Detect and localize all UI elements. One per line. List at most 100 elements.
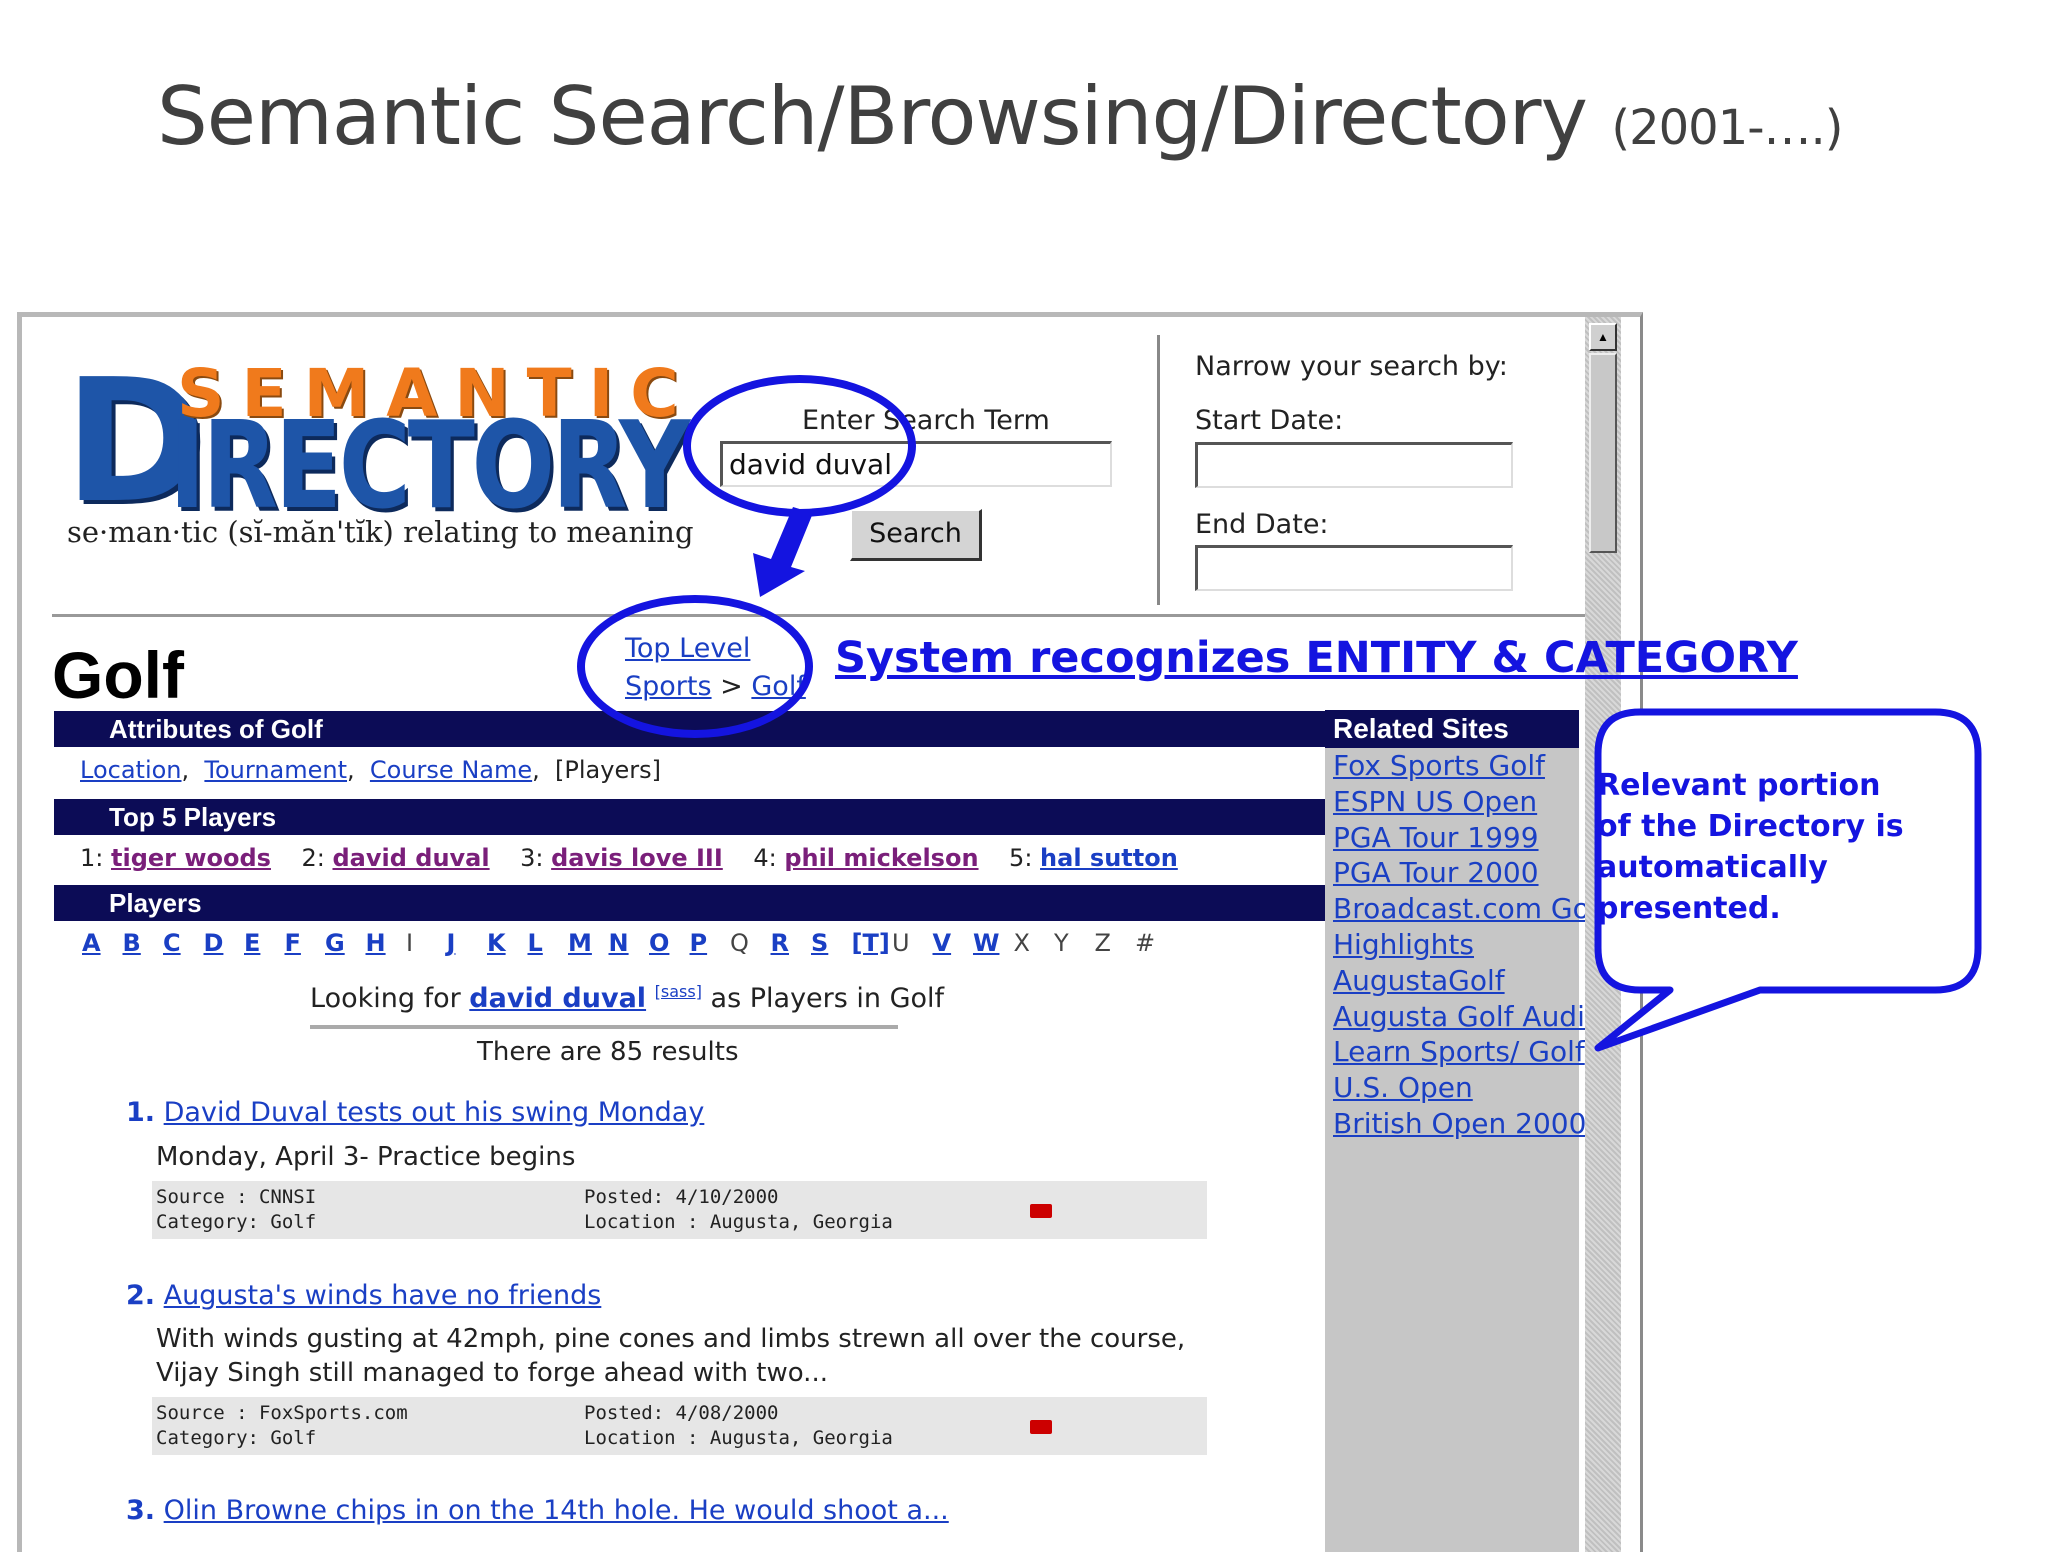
result-meta: Source : FoxSports.com Category: Golf Po… [152,1397,1207,1455]
video-camera-icon[interactable] [1030,1420,1052,1434]
attribute-current: [Players] [555,756,661,784]
top-players-row: 1: tiger woods 2: david duval 3: davis l… [80,844,1178,872]
alphabet-letter[interactable]: J [447,929,488,957]
looking-for-line: Looking for david duval [sass] as Player… [310,982,944,1014]
result-meta: Source : CNNSI Category: Golf Posted: 4/… [152,1181,1207,1239]
result-title-link[interactable]: Olin Browne chips in on the 14th hole. H… [164,1495,949,1526]
result-number: 2. [126,1280,156,1311]
related-site-link[interactable]: AugustaGolf [1325,963,1579,999]
looking-rule [310,1025,898,1029]
end-date-label: End Date: [1195,509,1329,540]
result-location: Location : Augusta, Georgia [584,1427,893,1449]
alphabet-letter[interactable]: W [973,929,1014,957]
result-source: Source : FoxSports.com [156,1402,408,1424]
related-site-link[interactable]: Learn Sports/ Golf [1325,1034,1585,1070]
looking-prefix: Looking for [310,983,461,1014]
related-site-link[interactable]: Fox Sports Golf [1325,748,1579,784]
related-site-link[interactable]: Highlights [1325,927,1579,963]
alphabet-letter[interactable]: N [609,929,650,957]
result-item-1: 1. David Duval tests out his swing Monda… [126,1097,704,1128]
related-site-link[interactable]: PGA Tour 1999 [1325,820,1579,856]
attribute-location[interactable]: Location [80,756,182,784]
attribute-course-name[interactable]: Course Name [370,756,532,784]
slide-title-text: Semantic Search/Browsing/Directory [157,70,1588,163]
player-link-tiger-woods[interactable]: tiger woods [111,844,271,872]
attributes-row: Location, Tournament, Course Name, [Play… [80,756,661,784]
breadcrumb-highlight-ellipse [577,595,813,738]
related-site-link[interactable]: Broadcast.com Golf [1325,891,1607,927]
alphabet-letter[interactable]: V [933,929,974,957]
logo-directory: IRECTORY [169,397,690,536]
player-link-phil-mickelson[interactable]: phil mickelson [784,844,978,872]
alphabet-letter[interactable]: M [568,929,609,957]
player-rank: 5: [1009,844,1033,872]
player-link-hal-sutton[interactable]: hal sutton [1040,844,1178,872]
logo-tagline: se·man·tic (sĭ-măn'tĭk) relating to mean… [67,515,694,549]
alphabet-letter[interactable]: C [163,929,204,957]
players-header: Players [54,885,1344,921]
related-site-link[interactable]: PGA Tour 2000 [1325,855,1579,891]
player-link-david-duval[interactable]: david duval [332,844,489,872]
callout-line: presented. [1597,891,1781,926]
alphabet-letter[interactable]: K [487,929,528,957]
alphabet-letter: # [1135,929,1156,957]
result-title-link[interactable]: David Duval tests out his swing Monday [164,1097,705,1128]
start-date-field[interactable] [1195,442,1513,488]
alphabet-letter[interactable]: E [244,929,285,957]
scrollbar-thumb[interactable] [1589,353,1617,553]
looking-suffix: as Players in Golf [710,983,945,1014]
player-rank: 1: [80,844,104,872]
looking-tag-link[interactable]: [sass] [655,982,702,1001]
callout-line: automatically [1597,850,1828,885]
result-title-link[interactable]: Augusta's winds have no friends [164,1280,602,1311]
looking-entity-link[interactable]: david duval [469,983,646,1014]
alphabet-letter[interactable]: S [811,929,852,957]
alphabet-letter[interactable]: O [649,929,690,957]
end-date-field[interactable] [1195,545,1513,591]
player-rank: 2: [301,844,325,872]
alphabet-letter[interactable]: P [690,929,731,957]
alphabet-letter[interactable]: G [325,929,366,957]
alphabet-letter[interactable]: L [528,929,569,957]
search-button[interactable]: Search [850,509,982,561]
alphabet-letter[interactable]: R [771,929,812,957]
result-location: Location : Augusta, Georgia [584,1211,893,1233]
alphabet-letter[interactable]: D [204,929,245,957]
results-count: There are 85 results [477,1037,739,1067]
alphabet-letter: X [1013,929,1030,957]
result-category: Category: Golf [156,1427,317,1449]
result-posted: Posted: 4/08/2000 [584,1402,779,1424]
result-description: With winds gusting at 42mph, pine cones … [156,1324,1186,1388]
result-posted: Posted: 4/10/2000 [584,1186,779,1208]
result-item-2: 2. Augusta's winds have no friends [126,1280,601,1311]
player-rank: 4: [753,844,777,872]
alphabet-letter[interactable]: H [366,929,407,957]
related-sites-header: Related Sites [1325,710,1579,748]
related-site-link[interactable]: Augusta Golf Audio [1325,999,1602,1035]
related-site-link[interactable]: British Open 2000 [1325,1106,1586,1142]
result-category: Category: Golf [156,1211,317,1233]
alphabet-letter[interactable]: [T] [852,929,893,957]
attribute-tournament[interactable]: Tournament [204,756,347,784]
alphabet-letter[interactable]: A [82,929,123,957]
related-site-link[interactable]: ESPN US Open [1325,784,1579,820]
top-players-header: Top 5 Players [54,799,1344,835]
scroll-up-arrow-icon[interactable]: ▲ [1589,323,1617,351]
result-number: 1. [126,1097,156,1128]
slide-title-years: (2001-….) [1611,100,1843,156]
alphabet-letter: Q [730,929,749,957]
callout-line: Relevant portion [1597,768,1881,803]
header-rule [52,614,1592,617]
related-site-link[interactable]: U.S. Open [1325,1070,1579,1106]
video-camera-icon[interactable] [1030,1204,1052,1218]
narrow-heading: Narrow your search by: [1195,351,1508,382]
result-description: Monday, April 3- Practice begins [156,1142,576,1172]
result-number: 3. [126,1495,156,1526]
alphabet-letter: I [406,929,414,957]
alphabet-letter[interactable]: B [123,929,164,957]
callout-text: Relevant portion of the Directory is aut… [1597,765,1904,929]
alphabet-letter: Y [1054,929,1069,957]
player-link-davis-love[interactable]: davis love III [551,844,723,872]
alphabet-letter[interactable]: F [285,929,326,957]
alphabet-letter: Z [1094,929,1111,957]
